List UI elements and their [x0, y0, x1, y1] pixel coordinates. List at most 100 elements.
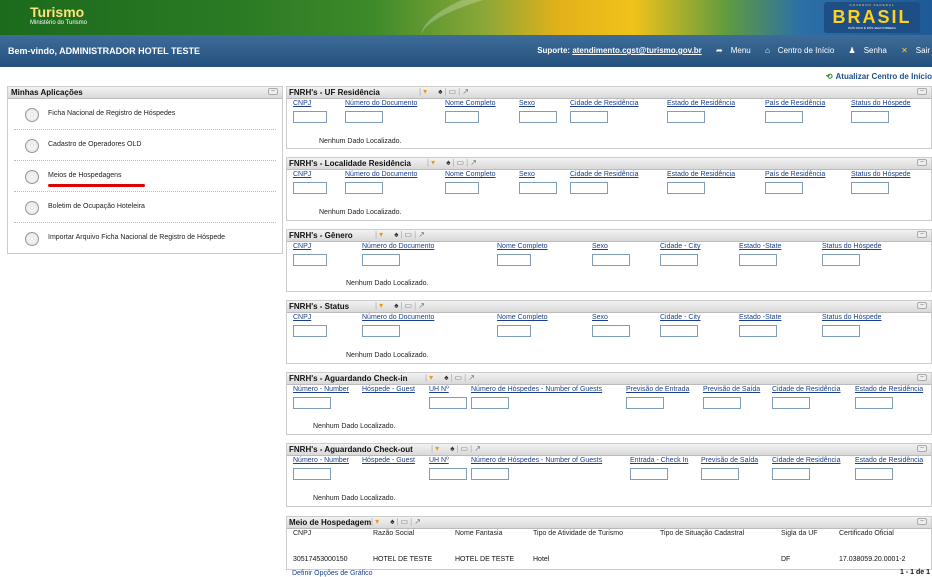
chart-icon[interactable]: ↗ [462, 87, 469, 96]
column-header[interactable]: Nome Completo [445, 171, 496, 178]
column-header[interactable]: Estado de Residência [667, 100, 735, 107]
filter-input[interactable] [497, 325, 531, 337]
filter-input[interactable] [822, 325, 860, 337]
column-header[interactable]: Número do Documento [345, 171, 417, 178]
password-link[interactable]: ♟ Senha [843, 46, 887, 55]
filter-input[interactable] [592, 254, 630, 266]
filter-input[interactable] [471, 468, 509, 480]
column-header[interactable]: Cidade de Residência [772, 386, 841, 393]
search-icon[interactable]: ♠ [390, 517, 394, 526]
column-header[interactable]: Nome Completo [497, 314, 548, 321]
column-header[interactable]: Certificado Oficial [839, 530, 894, 537]
chart-icon[interactable]: ↗ [418, 301, 425, 310]
minimize-button[interactable]: – [917, 159, 927, 166]
filter-input[interactable] [293, 397, 331, 409]
column-header[interactable]: Tipo de Situação Cadastral [660, 530, 744, 537]
app-item-importar[interactable]: ◌ Importar Arquivo Ficha Nacional de Reg… [14, 223, 276, 254]
minimize-button[interactable]: – [917, 445, 927, 452]
filter-input[interactable] [660, 325, 698, 337]
column-header[interactable]: CNPJ [293, 171, 311, 178]
search-icon[interactable]: ♠ [438, 87, 442, 96]
chart-icon[interactable]: ↗ [414, 517, 421, 526]
minimize-button[interactable]: – [917, 231, 927, 238]
column-header[interactable]: Sexo [519, 171, 535, 178]
search-icon[interactable]: ♠ [394, 301, 398, 310]
column-header[interactable]: Previsão de Saída [701, 457, 758, 464]
filter-input[interactable] [519, 182, 557, 194]
column-header[interactable]: Número de Hóspedes - Number of Guests [471, 386, 602, 393]
filter-input[interactable] [429, 397, 467, 409]
column-header[interactable]: CNPJ [293, 100, 311, 107]
column-header[interactable]: UH Nº [429, 386, 449, 393]
column-header[interactable]: Sexo [519, 100, 535, 107]
column-header[interactable]: País de Residência [765, 100, 825, 107]
dropdown-icon[interactable]: ▾ [431, 158, 435, 167]
column-header[interactable]: Nome Completo [445, 100, 496, 107]
column-header[interactable]: Sexo [592, 314, 608, 321]
column-header[interactable]: UH Nº [429, 457, 449, 464]
filter-input[interactable] [703, 397, 741, 409]
filter-input[interactable] [293, 182, 327, 194]
minimize-button[interactable]: – [917, 518, 927, 525]
column-header[interactable]: Cidade - City [660, 314, 700, 321]
column-header[interactable]: Status do Hóspede [851, 100, 911, 107]
chart-icon[interactable]: ↗ [470, 158, 477, 167]
column-header[interactable]: Cidade - City [660, 243, 700, 250]
menu-link[interactable]: ➦ Menu [710, 46, 751, 55]
filter-input[interactable] [851, 182, 889, 194]
column-header[interactable]: Número do Documento [362, 243, 434, 250]
filter-input[interactable] [667, 111, 705, 123]
column-header[interactable]: CNPJ [293, 530, 311, 537]
column-header[interactable]: Status do Hóspede [851, 171, 911, 178]
filter-input[interactable] [855, 397, 893, 409]
filter-input[interactable] [362, 325, 400, 337]
minimize-button[interactable]: – [917, 302, 927, 309]
column-header[interactable]: Nome Completo [497, 243, 548, 250]
minimize-button[interactable]: – [917, 374, 927, 381]
column-header[interactable]: Estado de Residência [855, 457, 923, 464]
filter-input[interactable] [570, 182, 608, 194]
column-header[interactable]: Hóspede - Guest [362, 386, 415, 393]
filter-input[interactable] [429, 468, 467, 480]
column-header[interactable]: Hóspede - Guest [362, 457, 415, 464]
minimize-button[interactable]: – [917, 88, 927, 95]
export-icon[interactable]: ▭ [405, 301, 413, 310]
column-header[interactable]: Cidade de Residência [570, 171, 639, 178]
filter-input[interactable] [701, 468, 739, 480]
app-item-operadores[interactable]: ◌ Cadastro de Operadores OLD [14, 130, 276, 161]
column-header[interactable]: Tipo de Atividade de Turismo [533, 530, 623, 537]
filter-input[interactable] [293, 111, 327, 123]
column-header[interactable]: Previsão de Saída [703, 386, 760, 393]
filter-input[interactable] [362, 254, 400, 266]
export-icon[interactable]: ▭ [401, 517, 409, 526]
filter-input[interactable] [822, 254, 860, 266]
filter-input[interactable] [293, 254, 327, 266]
column-header[interactable]: Número de Hóspedes - Number of Guests [471, 457, 602, 464]
filter-input[interactable] [293, 325, 327, 337]
column-header[interactable]: País de Residência [765, 171, 825, 178]
dropdown-icon[interactable]: ▾ [379, 301, 383, 310]
column-header[interactable]: Número do Documento [345, 100, 417, 107]
search-icon[interactable]: ♠ [450, 444, 454, 453]
column-header[interactable]: Entrada - Check In [630, 457, 688, 464]
filter-input[interactable] [851, 111, 889, 123]
column-header[interactable]: Sexo [592, 243, 608, 250]
export-icon[interactable]: ▭ [449, 87, 457, 96]
filter-input[interactable] [765, 182, 803, 194]
filter-input[interactable] [667, 182, 705, 194]
search-icon[interactable]: ♠ [446, 158, 450, 167]
column-header[interactable]: Cidade de Residência [772, 457, 841, 464]
minimize-button[interactable]: – [268, 88, 278, 95]
filter-input[interactable] [592, 325, 630, 337]
column-header[interactable]: Previsão de Entrada [626, 386, 689, 393]
filter-input[interactable] [772, 468, 810, 480]
column-header[interactable]: CNPJ [293, 243, 311, 250]
chart-icon[interactable]: ↗ [468, 373, 475, 382]
dropdown-icon[interactable]: ▾ [429, 373, 433, 382]
dropdown-icon[interactable]: ▾ [379, 230, 383, 239]
filter-input[interactable] [471, 397, 509, 409]
column-header[interactable]: Estado de Residência [855, 386, 923, 393]
home-link[interactable]: ⌂ Centro de Início [759, 46, 834, 55]
app-item-fnrh[interactable]: ◌ Ficha Nacional de Registro de Hóspedes [14, 99, 276, 130]
dropdown-icon[interactable]: ▾ [435, 444, 439, 453]
